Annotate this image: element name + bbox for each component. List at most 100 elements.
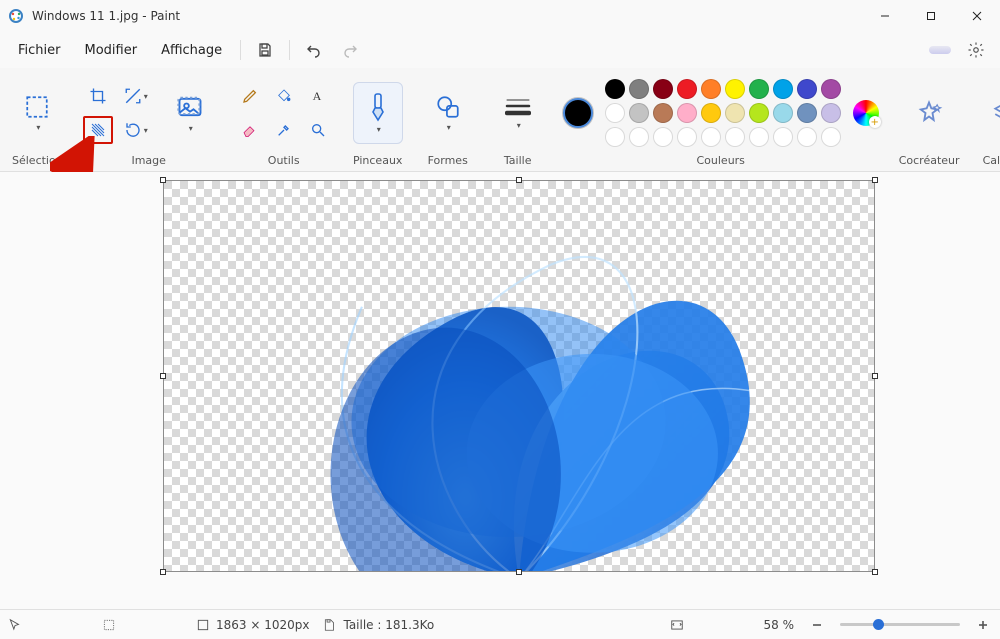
group-label-cocreator: Cocréateur xyxy=(899,154,960,169)
save-button[interactable] xyxy=(249,34,281,66)
color-swatch[interactable] xyxy=(773,79,793,99)
group-brushes: ▾ Pinceaux xyxy=(345,74,411,169)
zoom-out-button[interactable] xyxy=(808,616,826,634)
color-swatch[interactable] xyxy=(821,79,841,99)
group-layers: Calques xyxy=(972,74,1000,169)
resize-handle-n[interactable] xyxy=(516,177,522,183)
resize-button[interactable]: ▾ xyxy=(117,82,155,110)
color-swatch[interactable] xyxy=(821,103,841,123)
group-tools: A Outils xyxy=(227,74,341,169)
image-generate-button[interactable]: ▾ xyxy=(165,82,215,144)
eraser-tool[interactable] xyxy=(235,116,265,144)
color-swatch-empty[interactable] xyxy=(725,127,745,147)
color-swatch[interactable] xyxy=(629,103,649,123)
color-wheel-icon xyxy=(853,100,879,126)
svg-text:A: A xyxy=(312,89,321,103)
color-swatch-empty[interactable] xyxy=(821,127,841,147)
workspace[interactable] xyxy=(0,172,1000,609)
color-swatch[interactable] xyxy=(797,103,817,123)
color-swatch-empty[interactable] xyxy=(653,127,673,147)
color-swatch[interactable] xyxy=(725,79,745,99)
color-swatch[interactable] xyxy=(725,103,745,123)
color-swatch[interactable] xyxy=(653,79,673,99)
group-label-shapes: Formes xyxy=(428,154,468,169)
resize-handle-e[interactable] xyxy=(872,373,878,379)
picker-tool[interactable] xyxy=(269,116,299,144)
group-shapes: ▾ Formes xyxy=(415,74,481,169)
filesize-text: Taille : 181.3Ko xyxy=(343,618,434,632)
zoom-tool[interactable] xyxy=(303,116,333,144)
color-swatch[interactable] xyxy=(677,103,697,123)
crop-button[interactable] xyxy=(83,82,113,110)
close-button[interactable] xyxy=(954,0,1000,32)
menubar: Fichier Modifier Affichage xyxy=(0,32,1000,68)
resize-handle-se[interactable] xyxy=(872,569,878,575)
color-swatch-empty[interactable] xyxy=(677,127,697,147)
edit-colors-button[interactable] xyxy=(853,100,879,126)
color-swatch-empty[interactable] xyxy=(749,127,769,147)
zoom-slider[interactable] xyxy=(840,623,960,626)
settings-button[interactable] xyxy=(960,34,992,66)
color-swatch-empty[interactable] xyxy=(701,127,721,147)
group-image: ▾ ▾ ▾ Image xyxy=(75,74,223,169)
ribbon: ▾ Sélection ▾ ▾ xyxy=(0,68,1000,172)
group-label-layers: Calques xyxy=(983,154,1000,169)
cocreator-button[interactable] xyxy=(904,82,954,144)
menu-file[interactable]: Fichier xyxy=(8,37,71,64)
rotate-button[interactable]: ▾ xyxy=(117,116,155,144)
canvas[interactable] xyxy=(163,180,875,572)
window-title: Windows 11 1.jpg - Paint xyxy=(32,9,862,23)
dimensions-indicator: 1863 × 1020px xyxy=(196,618,309,632)
resize-handle-ne[interactable] xyxy=(872,177,878,183)
resize-handle-nw[interactable] xyxy=(160,177,166,183)
current-color[interactable] xyxy=(563,98,593,128)
menu-view[interactable]: Affichage xyxy=(151,37,232,64)
group-colors: Couleurs xyxy=(555,74,887,169)
resize-handle-s[interactable] xyxy=(516,569,522,575)
color-swatch[interactable] xyxy=(749,79,769,99)
color-swatch[interactable] xyxy=(653,103,673,123)
color-swatch[interactable] xyxy=(605,79,625,99)
color-swatch[interactable] xyxy=(605,103,625,123)
separator xyxy=(289,40,290,60)
zoom-in-button[interactable] xyxy=(974,616,992,634)
undo-button[interactable] xyxy=(298,34,330,66)
brush-tool[interactable]: ▾ xyxy=(353,82,403,144)
color-swatch[interactable] xyxy=(629,79,649,99)
color-swatch[interactable] xyxy=(701,103,721,123)
color-swatch[interactable] xyxy=(797,79,817,99)
remove-background-button[interactable] xyxy=(83,116,113,144)
resize-handle-w[interactable] xyxy=(160,373,166,379)
fit-screen-button[interactable] xyxy=(670,618,750,632)
color-swatch-empty[interactable] xyxy=(773,127,793,147)
fill-tool[interactable] xyxy=(269,82,299,110)
layers-button[interactable] xyxy=(980,82,1000,144)
color-swatch-empty[interactable] xyxy=(797,127,817,147)
group-label-tools: Outils xyxy=(268,154,300,169)
selection-size-indicator xyxy=(102,618,182,632)
chevron-down-icon: ▾ xyxy=(36,123,40,132)
size-button[interactable]: ▾ xyxy=(493,82,543,144)
group-label-colors: Couleurs xyxy=(696,154,744,169)
color-palette xyxy=(605,79,841,147)
account-pill-icon[interactable] xyxy=(924,34,956,66)
menu-edit[interactable]: Modifier xyxy=(75,37,148,64)
color-swatch[interactable] xyxy=(773,103,793,123)
color-swatch[interactable] xyxy=(701,79,721,99)
color-swatch-empty[interactable] xyxy=(605,127,625,147)
minimize-button[interactable] xyxy=(862,0,908,32)
color-swatch-empty[interactable] xyxy=(629,127,649,147)
selection-tool[interactable]: ▾ xyxy=(12,82,62,144)
cursor-tool-indicator xyxy=(8,618,88,632)
paint-app-icon xyxy=(8,8,24,24)
dimensions-text: 1863 × 1020px xyxy=(216,618,309,632)
text-tool[interactable]: A xyxy=(303,82,333,110)
maximize-button[interactable] xyxy=(908,0,954,32)
redo-button[interactable] xyxy=(334,34,366,66)
color-swatch[interactable] xyxy=(677,79,697,99)
shapes-button[interactable]: ▾ xyxy=(423,82,473,144)
color-1-swatch[interactable] xyxy=(563,98,593,128)
resize-handle-sw[interactable] xyxy=(160,569,166,575)
pencil-tool[interactable] xyxy=(235,82,265,110)
color-swatch[interactable] xyxy=(749,103,769,123)
